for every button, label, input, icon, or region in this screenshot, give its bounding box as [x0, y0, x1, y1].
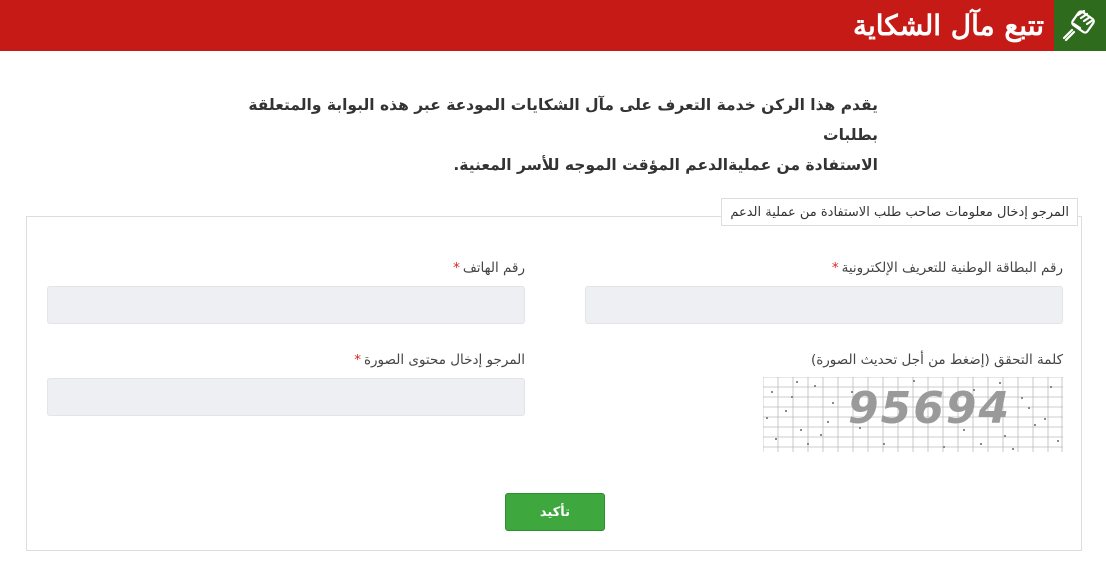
cin-label-text: رقم البطاقة الوطنية للتعريف الإلكترونية [841, 260, 1063, 276]
page-title: تتبع مآل الشكاية [852, 9, 1044, 42]
cin-label: رقم البطاقة الوطنية للتعريف الإلكترونية* [832, 260, 1063, 276]
captcha-input[interactable] [47, 378, 525, 416]
phone-label-text: رقم الهاتف [462, 260, 525, 276]
captcha-image[interactable]: 95694 [762, 376, 1063, 452]
captcha-code: 95694 [848, 383, 1012, 434]
intro-text: يقدم هذا الركن خدمة التعرف على مآل الشكا… [218, 90, 878, 180]
required-mark: * [453, 260, 460, 276]
captcha-input-label: المرجو إدخال محتوى الصورة* [354, 352, 525, 368]
intro-line-2: الاستفادة من عمليةالدعم المؤقت الموجه لل… [453, 156, 878, 174]
raised-fist-icon [1062, 9, 1095, 41]
logo [1054, 0, 1106, 51]
intro-line-1: يقدم هذا الركن خدمة التعرف على مآل الشكا… [248, 96, 878, 144]
captcha-label: كلمة التحقق (إضغط من أجل تحديث الصورة) [810, 352, 1063, 368]
required-mark: * [831, 260, 839, 276]
form-legend: المرجو إدخال معلومات صاحب طلب الاستفادة … [721, 198, 1078, 226]
required-mark: * [354, 352, 361, 368]
phone-input[interactable] [47, 286, 525, 324]
cin-input[interactable] [585, 286, 1063, 324]
submit-button[interactable]: تأكيد [505, 493, 605, 531]
captcha-input-label-text: المرجو إدخال محتوى الصورة [363, 352, 525, 368]
phone-label: رقم الهاتف* [453, 260, 525, 276]
header-bar: تتبع مآل الشكاية [0, 0, 1106, 51]
